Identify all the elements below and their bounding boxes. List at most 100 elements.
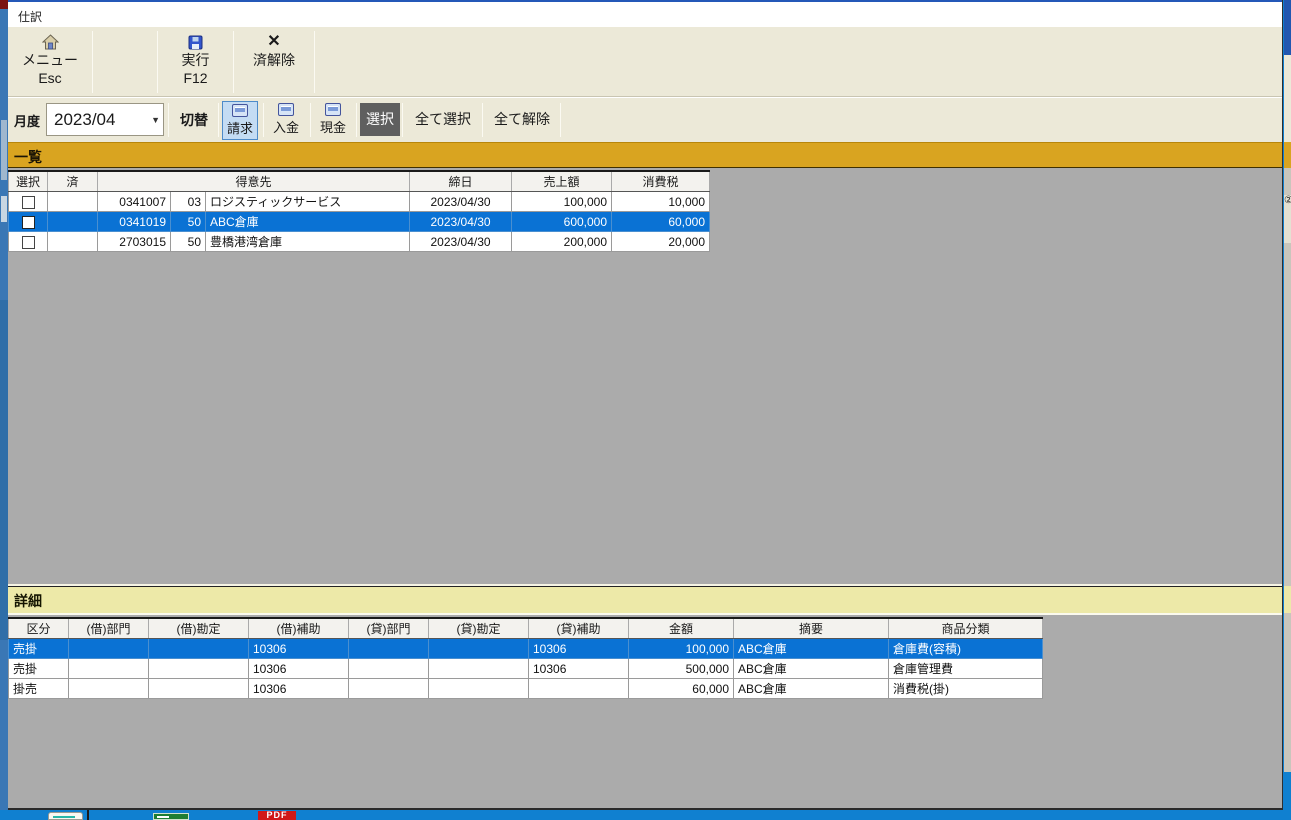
- col-close-date: 締日: [410, 171, 512, 192]
- detail-section-title: 詳細: [14, 591, 42, 611]
- row-checkbox[interactable]: [22, 236, 35, 249]
- cell-amount: 60,000: [629, 679, 734, 699]
- cell-sales: 600,000: [512, 212, 612, 232]
- detail-row[interactable]: 売掛 10306 10306 500,000 ABC倉庫 倉庫管理費: [9, 659, 1043, 679]
- detail-section-header: 詳細: [8, 586, 1282, 613]
- detail-row[interactable]: 掛売 10306 60,000 ABC倉庫 消費税(掛): [9, 679, 1043, 699]
- toolbar-separator: [92, 31, 93, 93]
- cash-button-label: 現金: [320, 117, 346, 136]
- background-fragment: [0, 0, 8, 9]
- menu-button[interactable]: メニュー Esc: [10, 29, 90, 95]
- col-sales: 売上額: [512, 171, 612, 192]
- toolbar-separator: [263, 103, 264, 137]
- cell-kubun: 掛売: [9, 679, 69, 699]
- toolbar-separator: [314, 31, 315, 93]
- month-dropdown[interactable]: 2023/04 ▼: [46, 103, 164, 136]
- cell-credit-sub: 10306: [529, 639, 629, 659]
- cash-toggle-button[interactable]: 現金: [315, 101, 351, 140]
- toolbar-separator: [310, 103, 311, 137]
- main-toolbar: メニュー Esc 実行 F12 ✕ 済解除: [8, 27, 1282, 97]
- list-section-header: 一覧: [8, 142, 1282, 168]
- cell-kubun: 売掛: [9, 659, 69, 679]
- col-credit-sub: (貸)補助: [529, 618, 629, 639]
- cell-code: 0341007: [98, 192, 171, 212]
- detail-table: 区分 (借)部門 (借)勘定 (借)補助 (貸)部門 (貸)勘定 (貸)補助 金…: [8, 617, 1043, 699]
- col-select: 選択: [9, 171, 48, 192]
- col-debit-account: (借)勘定: [149, 618, 249, 639]
- deposit-toggle-button[interactable]: 入金: [268, 101, 304, 140]
- toolbar-separator: [356, 103, 357, 137]
- journal-window: 仕訳 メニュー Esc: [8, 0, 1283, 810]
- list-row-selected[interactable]: 0341019 50 ABC倉庫 2023/04/30 600,000 60,0…: [9, 212, 710, 232]
- select-mode-button[interactable]: 選択: [360, 103, 400, 136]
- col-debit-dept: (借)部門: [69, 618, 149, 639]
- cell-amount: 500,000: [629, 659, 734, 679]
- chevron-down-icon: ▼: [151, 115, 160, 125]
- list-row[interactable]: 2703015 50 豊橋港湾倉庫 2023/04/30 200,000 20,…: [9, 232, 710, 252]
- cell-subcode: 50: [171, 212, 206, 232]
- cell-memo: ABC倉庫: [734, 639, 889, 659]
- cell-debit-sub: 10306: [249, 659, 349, 679]
- cell-credit-account: [429, 679, 529, 699]
- deposit-button-label: 入金: [273, 117, 299, 136]
- col-category: 商品分類: [889, 618, 1043, 639]
- cell-category: 消費税(掛): [889, 679, 1043, 699]
- background-window-left-edge: [0, 0, 8, 820]
- list-section-title: 一覧: [14, 147, 42, 167]
- switch-button[interactable]: 切替: [174, 106, 214, 134]
- cell-credit-dept: [349, 639, 429, 659]
- background-fragment: [1, 120, 7, 180]
- list-row[interactable]: 0341007 03 ロジスティックサービス 2023/04/30 100,00…: [9, 192, 710, 212]
- cell-sales: 200,000: [512, 232, 612, 252]
- col-customer: 得意先: [98, 171, 410, 192]
- cell-subcode: 50: [171, 232, 206, 252]
- cell-code: 0341019: [98, 212, 171, 232]
- cell-memo: ABC倉庫: [734, 679, 889, 699]
- background-fragment: [1284, 142, 1291, 168]
- background-fragment: [1284, 772, 1291, 820]
- row-checkbox[interactable]: [22, 196, 35, 209]
- list-panel: 選択 済 得意先 締日 売上額 消費税 0341007 03 ロジスティック: [8, 168, 1282, 586]
- filter-toolbar: 月度 2023/04 ▼ 切替 請求 入金 現金 選択: [8, 97, 1282, 142]
- toolbar-separator: [560, 103, 561, 137]
- detail-panel: 区分 (借)部門 (借)勘定 (借)補助 (貸)部門 (貸)勘定 (貸)補助 金…: [8, 613, 1282, 808]
- list-header-row: 選択 済 得意先 締日 売上額 消費税: [9, 171, 710, 192]
- clear-done-button[interactable]: ✕ 済解除: [234, 29, 314, 95]
- cell-sales: 100,000: [512, 192, 612, 212]
- cell-category: 倉庫管理費: [889, 659, 1043, 679]
- invoice-button-label: 請求: [227, 118, 253, 137]
- x-icon: ✕: [267, 33, 280, 51]
- titlebar: 仕訳: [8, 0, 1282, 27]
- cell-debit-sub: 10306: [249, 679, 349, 699]
- spreadsheet-icon: [153, 813, 189, 820]
- background-fragment: [0, 300, 8, 640]
- col-memo: 摘要: [734, 618, 889, 639]
- cell-tax: 60,000: [612, 212, 710, 232]
- screen: 仕訳 メニュー Esc: [0, 0, 1291, 820]
- select-all-button[interactable]: 全て選択: [406, 103, 480, 136]
- cell-kubun: 売掛: [9, 639, 69, 659]
- cell-credit-sub: 10306: [529, 659, 629, 679]
- detail-row-selected[interactable]: 売掛 10306 10306 100,000 ABC倉庫 倉庫費(容積): [9, 639, 1043, 659]
- cell-credit-sub: [529, 679, 629, 699]
- col-tax: 消費税: [612, 171, 710, 192]
- cell-close-date: 2023/04/30: [410, 212, 512, 232]
- col-kubun: 区分: [9, 618, 69, 639]
- list-table: 選択 済 得意先 締日 売上額 消費税 0341007 03 ロジスティック: [8, 170, 710, 252]
- cell-customer: ABC倉庫: [206, 212, 410, 232]
- execute-button[interactable]: 実行 F12: [158, 29, 233, 95]
- form-icon: [325, 103, 341, 116]
- invoice-toggle-button[interactable]: 請求: [222, 101, 258, 140]
- cell-subcode: 03: [171, 192, 206, 212]
- cell-close-date: 2023/04/30: [410, 232, 512, 252]
- cell-debit-dept: [69, 679, 149, 699]
- form-icon: [278, 103, 294, 116]
- cell-select: [9, 212, 48, 232]
- row-checkbox[interactable]: [22, 216, 35, 229]
- col-debit-sub: (借)補助: [249, 618, 349, 639]
- cell-select: [9, 232, 48, 252]
- clear-all-button[interactable]: 全て解除: [486, 103, 558, 136]
- cell-debit-account: [149, 679, 249, 699]
- cell-tax: 10,000: [612, 192, 710, 212]
- cell-debit-account: [149, 639, 249, 659]
